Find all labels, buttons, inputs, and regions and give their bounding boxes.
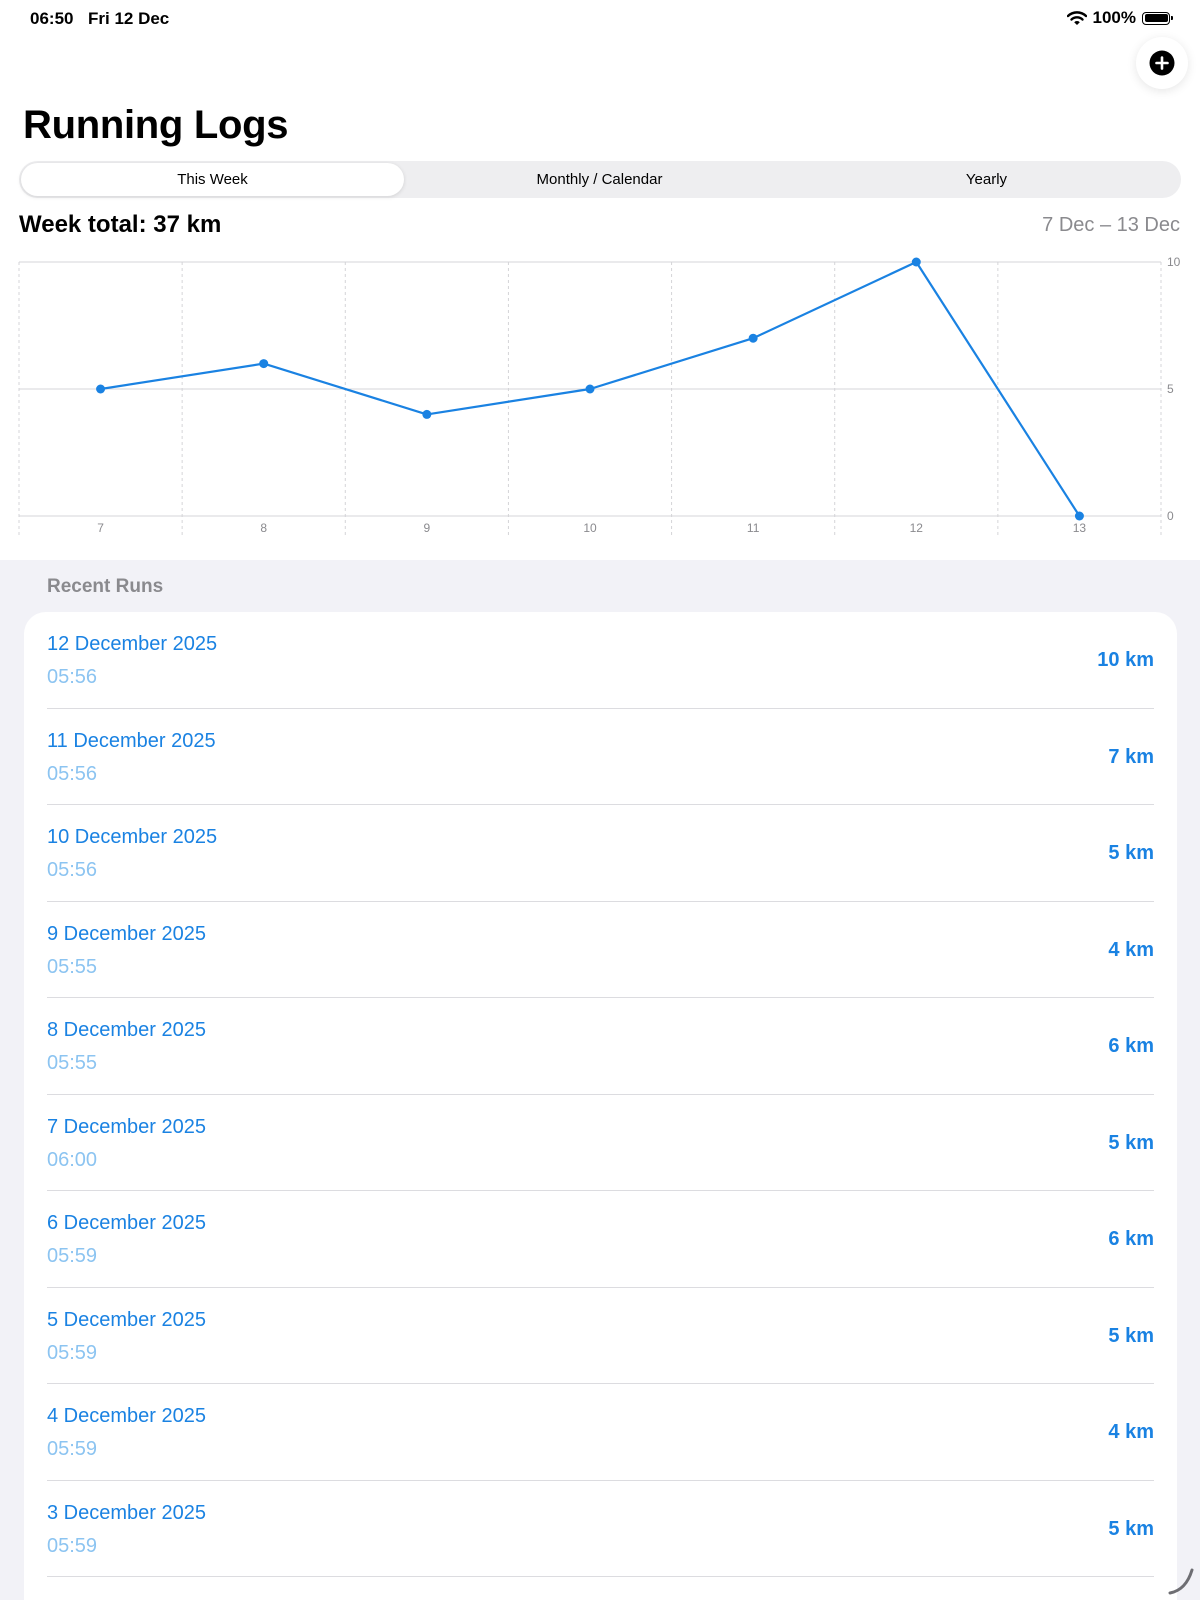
run-distance: 7 km — [1108, 745, 1154, 768]
run-time: 05:59 — [47, 1438, 98, 1460]
list-item[interactable]: 10 December 2025 05:56 5 km — [24, 805, 1177, 902]
run-date: 6 December 2025 — [47, 1212, 206, 1234]
run-time: 06:00 — [47, 1148, 98, 1171]
data-point — [911, 257, 921, 267]
run-time: 05:56 — [47, 762, 98, 785]
y-tick-label: 10 — [1167, 255, 1181, 269]
battery-percent: 100% — [1092, 8, 1136, 27]
list-item[interactable]: 3 December 2025 05:59 5 km — [24, 1481, 1177, 1577]
run-distance: 5 km — [1108, 1131, 1154, 1154]
status-time: 06:50 — [30, 9, 74, 28]
run-date: 5 December 2025 — [47, 1308, 206, 1331]
run-time: 05:55 — [47, 955, 98, 978]
x-tick-label: 10 — [583, 521, 597, 535]
run-date: 10 December 2025 — [47, 826, 218, 848]
page-title: Running Logs — [23, 103, 289, 147]
run-distance: 5 km — [1108, 1517, 1154, 1540]
list-item[interactable]: 9 December 2025 05:55 4 km — [24, 902, 1177, 998]
y-tick-label: 5 — [1167, 382, 1174, 396]
add-run-button[interactable] — [1136, 37, 1188, 89]
list-item[interactable]: 4 December 2025 05:59 4 km — [24, 1384, 1177, 1481]
run-time: 05:59 — [47, 1245, 98, 1267]
run-time: 05:59 — [47, 1534, 98, 1557]
battery-icon — [1142, 11, 1173, 25]
recent-runs-header: Recent Runs — [47, 576, 164, 597]
data-point — [96, 384, 106, 394]
data-point — [1074, 511, 1084, 521]
list-item[interactable]: 5 December 2025 05:59 5 km — [24, 1288, 1177, 1384]
period-segmented-control: This Week Monthly / Calendar Yearly — [19, 161, 1181, 198]
run-distance: 4 km — [1108, 938, 1154, 961]
data-point — [422, 409, 432, 419]
resize-handle-icon[interactable] — [1166, 1566, 1196, 1596]
row-divider — [47, 1576, 1154, 1577]
x-tick-label: 9 — [424, 521, 431, 535]
list-item[interactable]: 12 December 2025 05:56 10 km — [24, 612, 1177, 709]
data-point — [748, 333, 758, 343]
recent-runs-list: 12 December 2025 05:56 10 km 11 December… — [24, 612, 1177, 1622]
data-point — [259, 359, 269, 369]
run-time: 05:56 — [47, 666, 98, 688]
tab-yearly[interactable]: Yearly — [795, 163, 1178, 196]
week-range: 7 Dec – 13 Dec — [1042, 214, 1180, 236]
run-date: 7 December 2025 — [47, 1115, 206, 1138]
run-date: 4 December 2025 — [47, 1405, 206, 1427]
run-distance: 4 km — [1108, 1421, 1154, 1443]
run-time: 05:55 — [47, 1052, 98, 1074]
status-indicators: 100% — [1066, 8, 1173, 28]
status-bar: 06:50 Fri 12 Dec 100% — [0, 0, 1200, 40]
run-distance: 10 km — [1097, 649, 1154, 671]
tab-this-week[interactable]: This Week — [21, 163, 404, 196]
y-tick-label: 0 — [1167, 509, 1174, 523]
wifi-icon — [1066, 10, 1087, 25]
x-tick-label: 13 — [1073, 521, 1087, 535]
list-item[interactable]: 6 December 2025 05:59 6 km — [24, 1191, 1177, 1288]
run-distance: 6 km — [1108, 1228, 1154, 1250]
run-date: 9 December 2025 — [47, 922, 206, 945]
x-tick-label: 8 — [260, 521, 267, 535]
week-total: Week total: 37 km — [19, 211, 222, 238]
run-date: 11 December 2025 — [47, 729, 216, 752]
plus-circle-icon — [1149, 50, 1175, 76]
weekly-distance-chart: 0 5 10 7 8 9 10 11 12 13 — [18, 255, 1181, 536]
list-item[interactable]: 11 December 2025 05:56 7 km — [24, 709, 1177, 805]
tab-monthly-calendar[interactable]: Monthly / Calendar — [408, 163, 791, 196]
status-date: Fri 12 Dec — [88, 9, 170, 28]
run-time: 05:59 — [47, 1341, 98, 1364]
run-distance: 5 km — [1108, 1324, 1154, 1347]
run-date: 3 December 2025 — [47, 1501, 206, 1524]
list-item[interactable]: 7 December 2025 06:00 5 km — [24, 1095, 1177, 1191]
x-tick-label: 11 — [747, 521, 760, 535]
run-time: 05:56 — [47, 859, 98, 881]
list-item[interactable]: 8 December 2025 05:55 6 km — [24, 998, 1177, 1095]
x-tick-label: 7 — [97, 521, 104, 535]
run-distance: 5 km — [1108, 842, 1154, 864]
data-point — [585, 384, 595, 394]
run-distance: 6 km — [1108, 1035, 1154, 1057]
x-tick-label: 12 — [910, 521, 924, 535]
run-date: 12 December 2025 — [47, 633, 218, 655]
run-date: 8 December 2025 — [47, 1019, 206, 1041]
